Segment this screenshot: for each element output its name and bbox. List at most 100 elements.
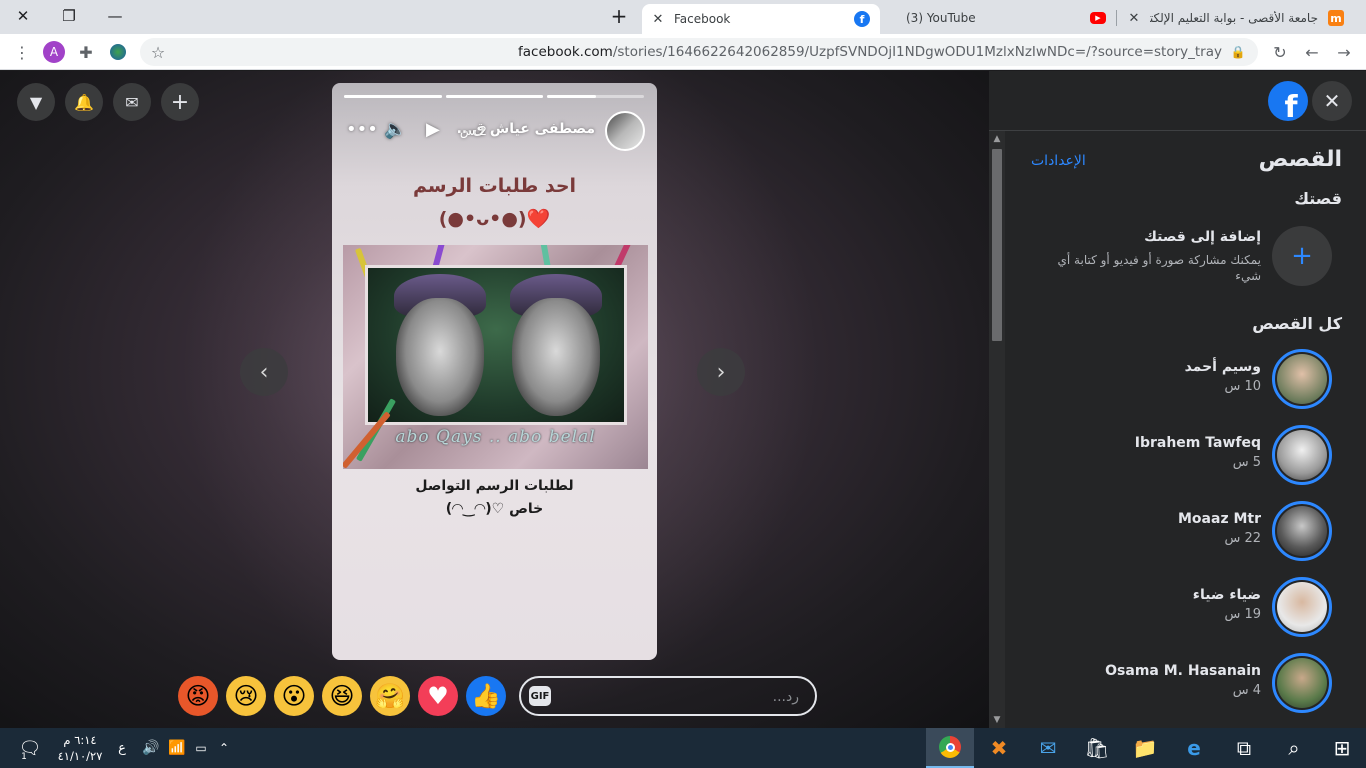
messenger-icon[interactable]: ✉: [113, 83, 151, 121]
play-icon[interactable]: ▶: [426, 119, 440, 140]
sad-reaction-icon[interactable]: 😢: [226, 676, 266, 716]
story-viewer: ▼ 🔔 ✉ + ‹ › مصطفى عياش ق... 2 س ▶ 🔈 ••• …: [0, 71, 989, 728]
extension-globe-icon[interactable]: [106, 40, 130, 64]
story-list-item[interactable]: Moaaz Mtr 22 س: [1006, 496, 1366, 566]
xampp-taskbar-icon[interactable]: ✖: [975, 728, 1023, 768]
story-text-line2: (●•ᴗ•●)❤️: [438, 208, 551, 230]
portrait-left: [396, 298, 484, 416]
tab-separator: [1116, 10, 1117, 26]
progress-segment-current: [547, 95, 644, 98]
edge-taskbar-icon[interactable]: e: [1170, 728, 1218, 768]
your-story-heading: قصتك: [1294, 189, 1342, 208]
facebook-icon: f: [854, 11, 870, 27]
task-view-icon[interactable]: ⧉: [1220, 728, 1268, 768]
care-reaction-icon[interactable]: 🤗: [370, 676, 410, 716]
settings-link[interactable]: الإعدادات: [1031, 153, 1086, 169]
haha-reaction-icon[interactable]: 😆: [322, 676, 362, 716]
tab-close-icon[interactable]: ✕: [1126, 10, 1142, 26]
facebook-logo-icon[interactable]: f: [1268, 81, 1308, 121]
scroll-down-icon[interactable]: ▼: [991, 714, 1003, 726]
story-list-item[interactable]: Osama M. Hasanain 4 س: [1006, 648, 1366, 718]
taskbar-clock[interactable]: ٦:١٤ م ٤١/١٠/٢٧: [50, 732, 110, 764]
store-taskbar-icon[interactable]: 🛍: [1073, 728, 1121, 768]
bookmark-star-icon[interactable]: ☆: [146, 40, 170, 64]
story-user-time: 4 س: [1232, 683, 1261, 698]
tab-label: جامعة الأقصى - بوابة التعليم الإلكتر: [1150, 11, 1318, 25]
story-text-line3: لطلبات الرسم التواصل: [415, 478, 574, 494]
search-icon[interactable]: ⌕: [1270, 728, 1318, 768]
story-time: 2 س: [459, 123, 487, 138]
stories-panel: f ✕ ▲ ▼ القصص الإعدادات قصتك + إضافة إلى…: [989, 71, 1366, 728]
forward-arrow-icon[interactable]: →: [1332, 40, 1356, 64]
previous-story-button[interactable]: ‹: [240, 348, 288, 396]
panel-scrollbar[interactable]: ▲ ▼: [989, 131, 1005, 728]
story-author-avatar[interactable]: [605, 111, 645, 151]
story-user-name: ضياء ضياء: [1192, 587, 1261, 603]
avatar: [1272, 349, 1332, 409]
scroll-up-icon[interactable]: ▲: [991, 133, 1003, 145]
input-language[interactable]: ع: [112, 728, 132, 768]
youtube-icon: ▶: [1090, 12, 1106, 24]
like-reaction-icon[interactable]: 👍: [466, 676, 506, 716]
notifications-bell-icon[interactable]: 🔔: [65, 83, 103, 121]
story-drawing-image: abo Qays .. abo belal: [343, 245, 648, 469]
moodle-icon: m: [1328, 10, 1344, 26]
story-list-item[interactable]: وسيم أحمد 10 س: [1006, 344, 1366, 414]
window-close-button[interactable]: ✕: [0, 0, 46, 32]
add-story-title[interactable]: إضافة إلى قصتك: [1144, 229, 1261, 245]
create-plus-icon[interactable]: +: [161, 83, 199, 121]
back-arrow-icon[interactable]: ←: [1300, 40, 1324, 64]
wow-reaction-icon[interactable]: 😮: [274, 676, 314, 716]
extensions-puzzle-icon[interactable]: ✚: [74, 40, 98, 64]
window-minimize-button[interactable]: —: [92, 0, 138, 32]
story-user-name: Osama M. Hasanain: [1105, 663, 1261, 679]
show-hidden-icons-chevron-icon[interactable]: ⌃: [214, 728, 234, 768]
new-tab-button[interactable]: +: [596, 0, 642, 32]
dropdown-icon[interactable]: ▼: [17, 83, 55, 121]
gif-button[interactable]: GIF: [529, 686, 551, 706]
profile-avatar[interactable]: A: [42, 40, 66, 64]
chrome-taskbar-icon[interactable]: [926, 728, 974, 768]
story-header: مصطفى عياش ق... 2 س ▶ 🔈 •••: [332, 111, 657, 151]
reply-input[interactable]: رد... GIF: [519, 676, 817, 716]
tab-youtube[interactable]: (3) YouTube ▶: [880, 4, 1116, 32]
love-reaction-icon[interactable]: ♥: [418, 676, 458, 716]
angry-reaction-icon[interactable]: 😡: [178, 676, 218, 716]
story-card[interactable]: مصطفى عياش ق... 2 س ▶ 🔈 ••• احد طلبات ال…: [332, 83, 657, 660]
battery-icon[interactable]: ▭: [190, 728, 212, 768]
notification-count: 1: [21, 752, 27, 762]
browser-toolbar: ⋮ A ✚ ☆ facebook.com/stories/16466226420…: [0, 34, 1366, 70]
tab-alaqsa[interactable]: ✕ جامعة الأقصى - بوابة التعليم الإلكتر m: [1118, 4, 1354, 32]
avatar: [1272, 577, 1332, 637]
drawing-canvas: [365, 265, 627, 425]
mail-taskbar-icon[interactable]: ✉: [1024, 728, 1072, 768]
url-text: facebook.com/stories/1646622642062859/Uz…: [518, 44, 1222, 60]
windows-start-icon[interactable]: ⊞: [1318, 728, 1366, 768]
next-story-button[interactable]: ›: [697, 348, 745, 396]
file-explorer-taskbar-icon[interactable]: 📁: [1121, 728, 1169, 768]
story-list-item[interactable]: ضياء ضياء 19 س: [1006, 572, 1366, 642]
reload-icon[interactable]: ↻: [1268, 40, 1292, 64]
scroll-thumb[interactable]: [992, 149, 1002, 341]
menu-dots-icon[interactable]: ⋮: [10, 40, 34, 64]
tab-strip: ✕ ❐ — + ✕ Facebook f (3) YouTube ▶ ✕ جام…: [0, 0, 1366, 34]
more-options-icon[interactable]: •••: [346, 119, 378, 140]
story-user-name: وسيم أحمد: [1184, 359, 1261, 375]
story-user-time: 10 س: [1224, 379, 1261, 394]
tab-close-icon[interactable]: ✕: [650, 11, 666, 27]
story-list-item[interactable]: Ibrahem Tawfeq 5 س: [1006, 420, 1366, 490]
close-stories-button[interactable]: ✕: [1312, 81, 1352, 121]
drawing-caption: abo Qays .. abo belal: [395, 427, 596, 447]
tab-facebook[interactable]: ✕ Facebook f: [642, 4, 880, 34]
volume-icon[interactable]: 🔊: [140, 728, 162, 768]
reply-placeholder: رد...: [772, 689, 799, 705]
portrait-right: [512, 298, 600, 416]
volume-icon[interactable]: 🔈: [384, 119, 406, 140]
window-restore-button[interactable]: ❐: [46, 0, 92, 32]
address-bar[interactable]: ☆ facebook.com/stories/1646622642062859/…: [140, 38, 1258, 66]
progress-segment: [344, 95, 442, 98]
lock-icon[interactable]: 🔒: [1226, 40, 1250, 64]
all-stories-heading: كل القصص: [1252, 314, 1342, 333]
add-story-plus-icon[interactable]: +: [1272, 226, 1332, 286]
wifi-icon[interactable]: 📶: [166, 728, 188, 768]
